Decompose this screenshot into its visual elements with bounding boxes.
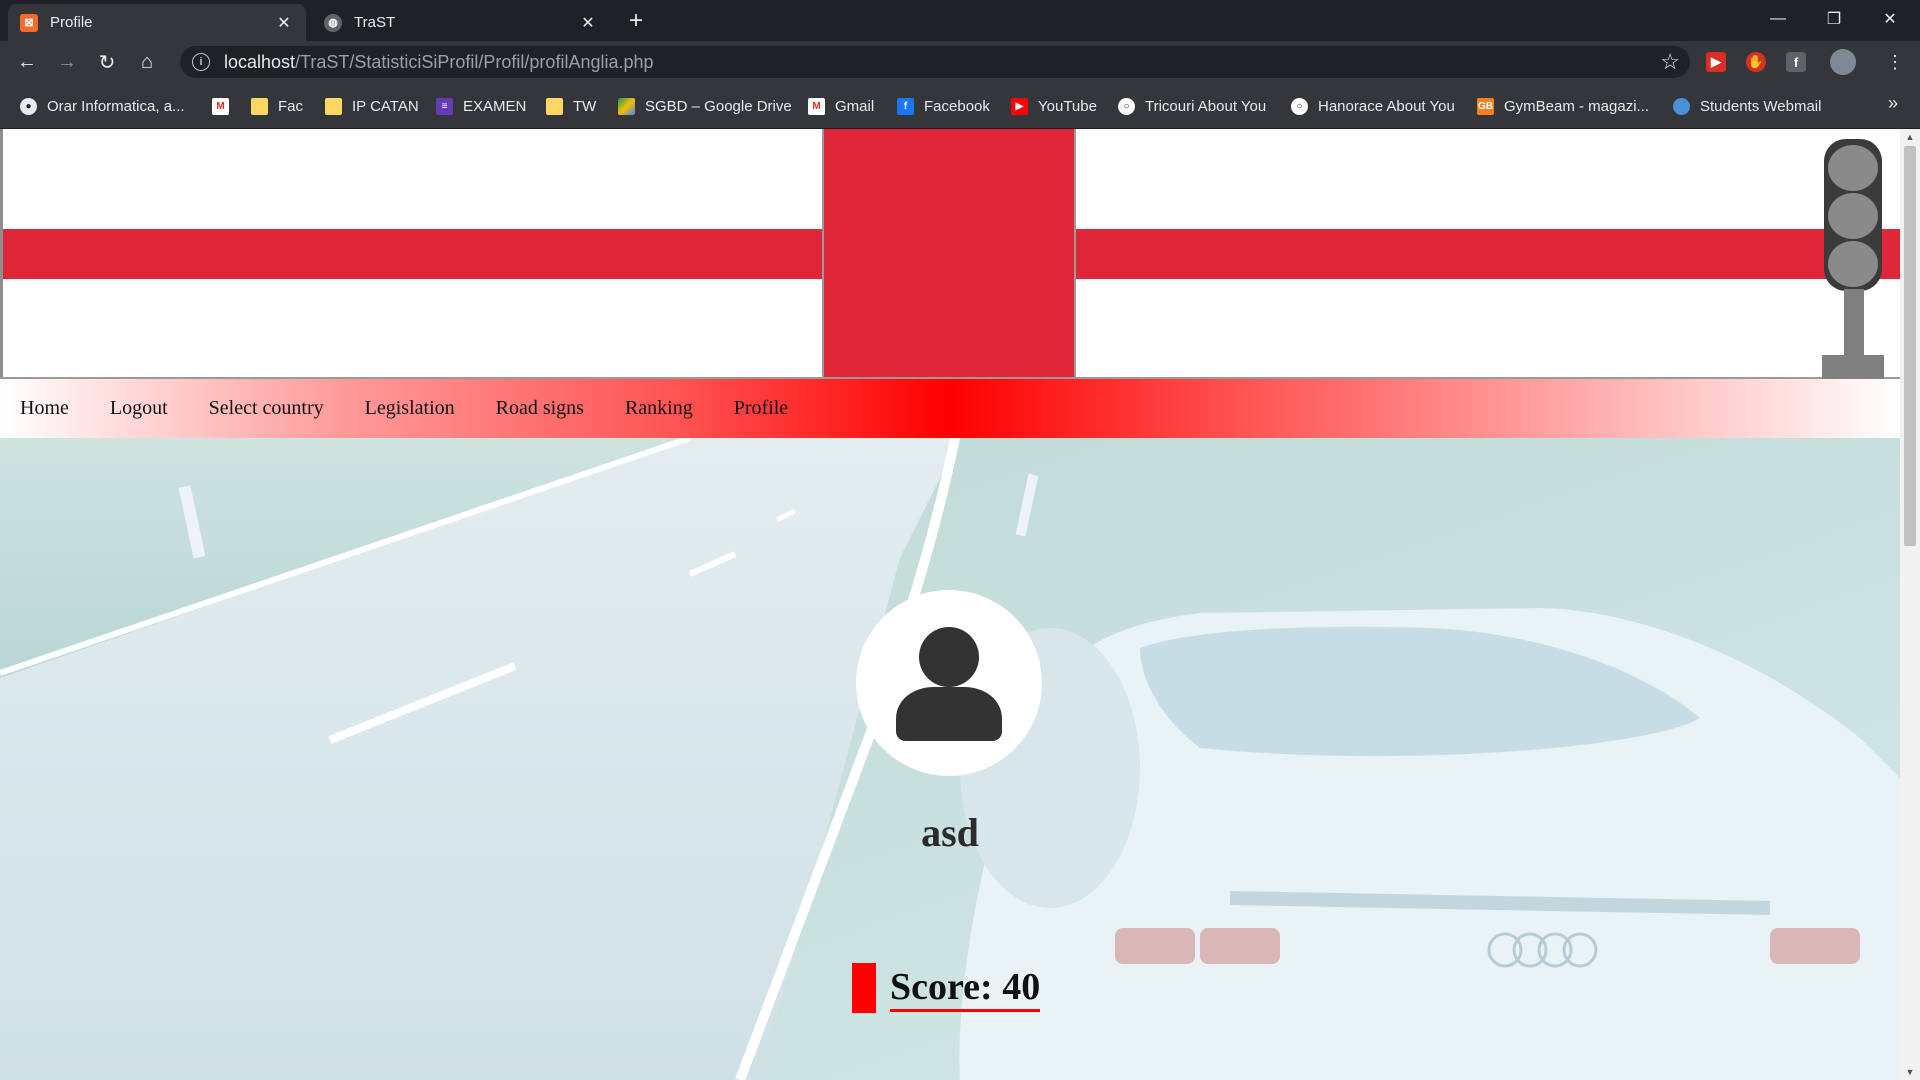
flag-edge — [0, 129, 3, 379]
bookmark-label: Facebook — [924, 97, 990, 115]
bookmark-item[interactable]: IP CATAN — [325, 95, 419, 117]
folder-icon — [251, 97, 268, 115]
url-host: localhost — [224, 51, 296, 72]
main-nav: Home Logout Select country Legislation R… — [0, 379, 1900, 438]
score-marker — [852, 963, 876, 1013]
score-text: Score: 40 — [890, 965, 1041, 1012]
bookmark-item[interactable]: SGBD – Google Drive — [618, 95, 792, 117]
nav-home[interactable]: Home — [20, 397, 69, 420]
more-bookmarks-icon[interactable]: » — [1888, 93, 1898, 114]
tab-title: TraST — [354, 14, 396, 31]
bookmark-item[interactable]: ▶ YouTube — [1011, 95, 1097, 117]
scroll-down-icon[interactable]: ▼ — [1900, 1064, 1920, 1080]
tab-trast[interactable]: ◍ TraST ✕ — [312, 4, 610, 41]
back-icon[interactable]: ← — [12, 47, 42, 77]
bookmark-item[interactable]: f Facebook — [897, 95, 990, 117]
bookmark-label: Gmail — [835, 97, 875, 115]
bookmark-label: Students Webmail — [1700, 97, 1822, 115]
extension-icon[interactable]: ▶ — [1706, 52, 1726, 72]
nav-legislation[interactable]: Legislation — [365, 397, 455, 420]
nav-logout[interactable]: Logout — [110, 397, 168, 420]
bookmark-item[interactable]: GB GymBeam - magazi... — [1477, 95, 1649, 117]
score-box: Score: 40 — [852, 963, 1041, 1013]
nav-road-signs[interactable]: Road signs — [496, 397, 584, 420]
bookmark-label: Tricouri About You — [1145, 97, 1267, 115]
minimize-button[interactable]: — — [1750, 0, 1806, 38]
forward-icon[interactable]: → — [52, 47, 82, 77]
site-info-icon[interactable]: i — [192, 53, 210, 71]
bookmark-label: TW — [573, 97, 597, 115]
browser-toolbar: ← → ↻ ⌂ i localhost/TraST/StatisticiSiPr… — [0, 41, 1920, 83]
bookmark-label: YouTube — [1038, 97, 1097, 115]
tab-title: Profile — [50, 14, 93, 31]
aboutyou-icon: ○ — [1291, 97, 1308, 115]
bookmark-item[interactable]: ● Orar Informatica, a... — [20, 95, 185, 117]
browser-tab-strip: ⊠ Profile ✕ ◍ TraST ✕ + — ❐ ✕ — [0, 0, 1920, 41]
bookmark-label: SGBD – Google Drive — [645, 97, 792, 115]
scroll-up-icon[interactable]: ▲ — [1900, 129, 1920, 145]
bookmark-item[interactable]: M — [212, 95, 239, 117]
aboutyou-icon: ○ — [1118, 97, 1135, 115]
avatar[interactable] — [1830, 49, 1856, 75]
facebook-icon: f — [897, 97, 914, 115]
nav-profile[interactable]: Profile — [734, 397, 788, 420]
traffic-light-icon — [1822, 139, 1886, 379]
page-scrollbar[interactable]: ▲ ▼ — [1900, 129, 1920, 1080]
drive-icon — [618, 97, 635, 115]
bookmark-star-icon[interactable]: ☆ — [1660, 49, 1680, 75]
bookmark-label: Hanorace About You — [1318, 97, 1455, 115]
adblock-icon[interactable]: ✋ — [1746, 52, 1766, 72]
tab-profile[interactable]: ⊠ Profile ✕ — [8, 4, 306, 41]
traffic-light-lamp — [1828, 145, 1878, 191]
restore-button[interactable]: ❐ — [1806, 0, 1862, 38]
globe-icon: ● — [20, 97, 37, 115]
list-icon: ≡ — [436, 97, 453, 115]
reload-icon[interactable]: ↻ — [92, 47, 122, 77]
bookmark-item[interactable]: M Gmail — [808, 95, 874, 117]
home-icon[interactable]: ⌂ — [132, 47, 162, 77]
menu-icon[interactable]: ⋮ — [1880, 47, 1910, 77]
bookmark-item[interactable]: TW — [546, 95, 596, 117]
gymbeam-icon: GB — [1477, 97, 1494, 115]
close-tab-icon[interactable]: ✕ — [578, 13, 598, 33]
close-tab-icon[interactable]: ✕ — [274, 13, 294, 33]
youtube-icon: ▶ — [1011, 97, 1028, 115]
scrollbar-thumb[interactable] — [1904, 146, 1916, 546]
flag-vertical-bar — [822, 129, 1076, 379]
profile-avatar — [856, 590, 1042, 776]
gmail-icon: M — [212, 97, 229, 115]
bookmark-label: Fac — [278, 97, 304, 115]
bookmark-item[interactable]: ○ Tricouri About You — [1118, 95, 1266, 117]
user-icon — [896, 627, 1002, 741]
folder-icon — [325, 97, 342, 115]
new-tab-button[interactable]: + — [622, 7, 650, 35]
bookmark-item[interactable]: Students Webmail — [1673, 95, 1821, 117]
bookmarks-bar: ● Orar Informatica, a... M Fac IP CATAN ≡… — [0, 83, 1920, 129]
bookmark-label: EXAMEN — [463, 97, 527, 115]
xampp-icon: ⊠ — [20, 13, 38, 32]
username: asd — [921, 810, 979, 855]
traffic-light-lamp — [1828, 193, 1878, 239]
gmail-icon: M — [808, 97, 825, 115]
globe-icon: ◍ — [324, 13, 342, 32]
close-window-button[interactable]: ✕ — [1862, 0, 1918, 38]
nav-select-country[interactable]: Select country — [209, 397, 324, 420]
england-flag-header — [0, 129, 1900, 379]
bookmark-item[interactable]: Fac — [251, 95, 303, 117]
traffic-light-lamp — [1828, 241, 1878, 287]
bookmark-label: GymBeam - magazi... — [1504, 97, 1650, 115]
folder-icon — [546, 97, 563, 115]
webmail-icon — [1673, 97, 1690, 115]
facebook-extension-icon[interactable]: f — [1786, 52, 1806, 72]
bookmark-item[interactable]: ○ Hanorace About You — [1291, 95, 1455, 117]
address-bar[interactable]: i localhost/TraST/StatisticiSiProfil/Pro… — [180, 46, 1690, 78]
bookmark-label: Orar Informatica, a... — [47, 97, 185, 115]
bookmark-item[interactable]: ≡ EXAMEN — [436, 95, 526, 117]
page-viewport: Home Logout Select country Legislation R… — [0, 129, 1900, 1080]
nav-ranking[interactable]: Ranking — [625, 397, 693, 420]
bookmark-label: IP CATAN — [352, 97, 419, 115]
url-path: /TraST/StatisticiSiProfil/Profil/profilA… — [295, 51, 654, 72]
